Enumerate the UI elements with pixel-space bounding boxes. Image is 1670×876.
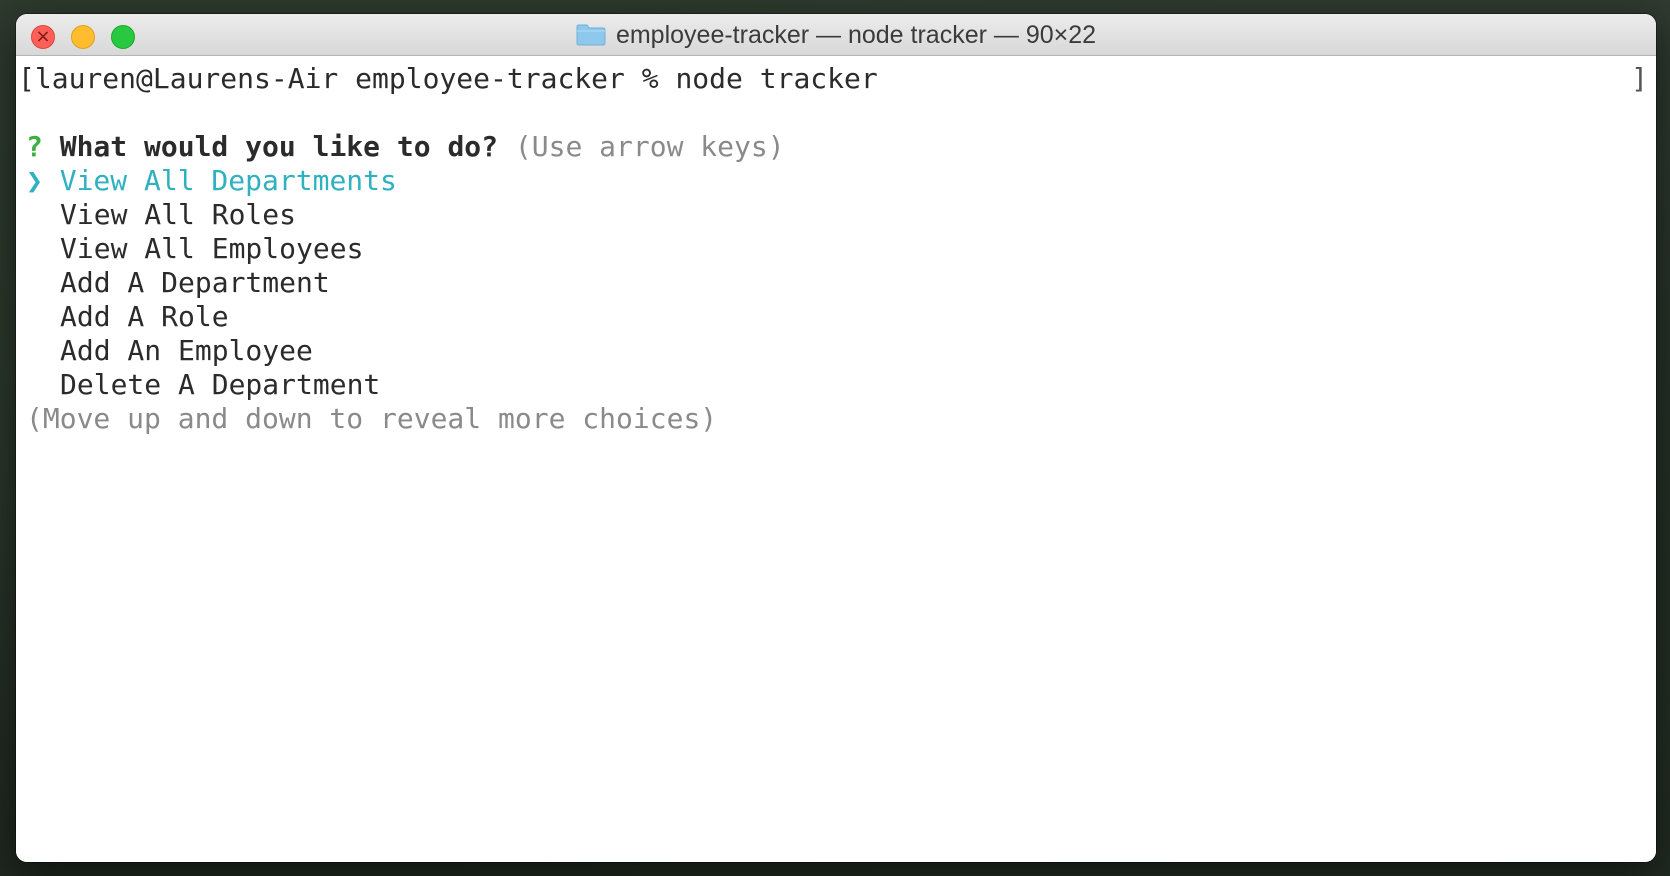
choice-item[interactable]: Delete A Department xyxy=(26,368,380,402)
question-text: What would you like to do? xyxy=(59,130,499,163)
more-choices-hint: (Move up and down to reveal more choices… xyxy=(26,402,718,435)
shell-prompt-command: lauren@Laurens-Air employee-tracker % no… xyxy=(34,62,878,95)
choice-item[interactable]: Add A Role xyxy=(26,300,229,334)
choice-item[interactable]: View All Roles xyxy=(26,198,296,232)
choice-item-selected[interactable]: ❯ View All Departments xyxy=(26,164,397,198)
choice-label: Add An Employee xyxy=(60,334,313,367)
choice-label: Add A Department xyxy=(60,266,330,299)
choice-label: Add A Role xyxy=(60,300,229,333)
window-title-area: employee-tracker — node tracker — 90×22 xyxy=(16,14,1656,56)
choice-item[interactable]: View All Employees xyxy=(26,232,363,266)
folder-icon xyxy=(576,24,606,46)
bracket-close: ] xyxy=(1631,62,1648,95)
window-title: employee-tracker — node tracker — 90×22 xyxy=(615,20,1097,49)
choice-label: View All Roles xyxy=(60,198,297,231)
terminal-content[interactable]: [lauren@Laurens-Air employee-tracker % n… xyxy=(16,56,1656,862)
title-bar[interactable]: employee-tracker — node tracker — 90×22 xyxy=(16,14,1656,56)
question-marker: ? xyxy=(26,130,43,163)
choice-label: View All Employees xyxy=(60,232,364,265)
question-line: ? What would you like to do? (Use arrow … xyxy=(26,130,785,164)
question-hint: (Use arrow keys) xyxy=(514,130,785,163)
pointer-icon: ❯ xyxy=(26,164,43,197)
bracket-open: [ xyxy=(18,62,35,95)
command-line: [lauren@Laurens-Air employee-tracker % n… xyxy=(18,62,878,96)
choice-label: Delete A Department xyxy=(60,368,381,401)
choice-item[interactable]: Add A Department xyxy=(26,266,330,300)
choice-label: View All Departments xyxy=(59,164,397,197)
choice-item[interactable]: Add An Employee xyxy=(26,334,313,368)
terminal-window: employee-tracker — node tracker — 90×22 … xyxy=(16,14,1656,862)
